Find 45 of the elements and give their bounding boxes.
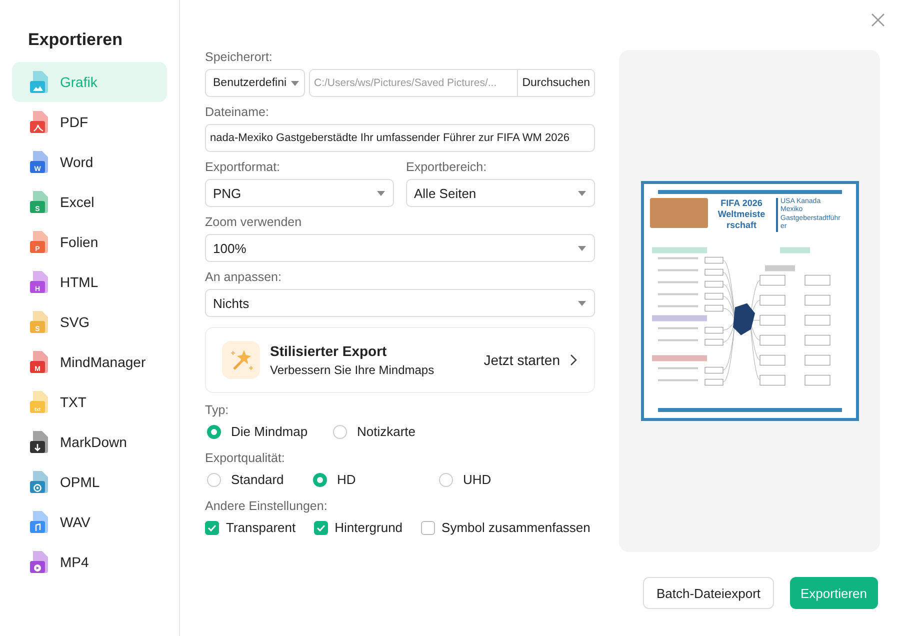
browse-button[interactable]: Durchsuchen <box>517 70 594 96</box>
field-label: Speicherort: <box>205 50 272 64</box>
fit-dropdown[interactable]: Nichts <box>205 289 595 317</box>
field-label: Dateiname: <box>205 105 269 119</box>
range-dropdown[interactable]: Alle Seiten <box>406 179 595 207</box>
field-label: Exportbereich: <box>406 160 487 174</box>
checkbox-option[interactable]: Symbol zusammenfassen <box>420 520 590 535</box>
radio-option[interactable]: HD <box>311 472 437 487</box>
promo-title: Stilisierter Export <box>270 343 388 359</box>
checkbox-option[interactable]: Hintergrund <box>314 520 403 535</box>
batch-export-button[interactable]: Batch-Dateiexport <box>643 577 774 609</box>
format-item[interactable]: PDF <box>12 102 167 142</box>
radio-option[interactable]: Die Mindmap <box>205 424 331 439</box>
format-item[interactable]: OPML <box>12 462 167 502</box>
promo-card[interactable]: Stilisierter Export Verbessern Sie Ihre Mindmaps Jetzt starten <box>205 327 595 393</box>
field-label: Zoom verwenden <box>205 215 302 229</box>
caret-icon <box>578 246 586 250</box>
radio-option[interactable]: Standard <box>205 472 311 487</box>
format-item[interactable]: MP4 <box>12 542 167 582</box>
location-dropdown[interactable]: Benutzerdefini <box>205 69 305 97</box>
radio-option[interactable]: UHD <box>437 472 563 487</box>
caret-icon <box>578 300 586 306</box>
promo-subtitle: Verbessern Sie Ihre Mindmaps <box>270 363 436 377</box>
field-label: Typ: <box>205 403 229 417</box>
illustration-placeholder <box>650 198 708 228</box>
format-dropdown[interactable]: PNG <box>205 179 394 207</box>
radio-option[interactable]: Notizkarte <box>331 424 453 439</box>
zoom-dropdown[interactable]: 100% <box>205 234 595 262</box>
field-label: Exportformat: <box>205 160 280 174</box>
checkbox-option[interactable]: Transparent <box>205 520 296 535</box>
caret-icon <box>291 80 299 86</box>
caret-icon <box>377 190 385 196</box>
start-link[interactable]: Jetzt starten <box>484 352 578 368</box>
preview-title: FIFA 2026 Weltmeiste rschaft <box>716 198 766 230</box>
format-item[interactable]: WAV <box>12 502 167 542</box>
close-icon[interactable] <box>870 12 886 28</box>
filename-field[interactable]: nada-Mexiko Gastgeberstädte Ihr umfassender Führer zur FIFA WM 2026 <box>205 124 595 152</box>
field-label: Exportqualität: <box>205 451 285 465</box>
field-label: An anpassen: <box>205 270 282 284</box>
format-item[interactable]: MarkDown <box>12 422 167 462</box>
path-field[interactable]: C:/Users/ws/Pictures/Saved Pictures/... Durchsuchen <box>309 69 595 97</box>
sidebar-title: Exportieren <box>28 30 124 50</box>
field-label: Andere Einstellungen: <box>205 499 328 513</box>
caret-icon <box>578 190 586 196</box>
chevron-right-icon <box>570 354 578 366</box>
